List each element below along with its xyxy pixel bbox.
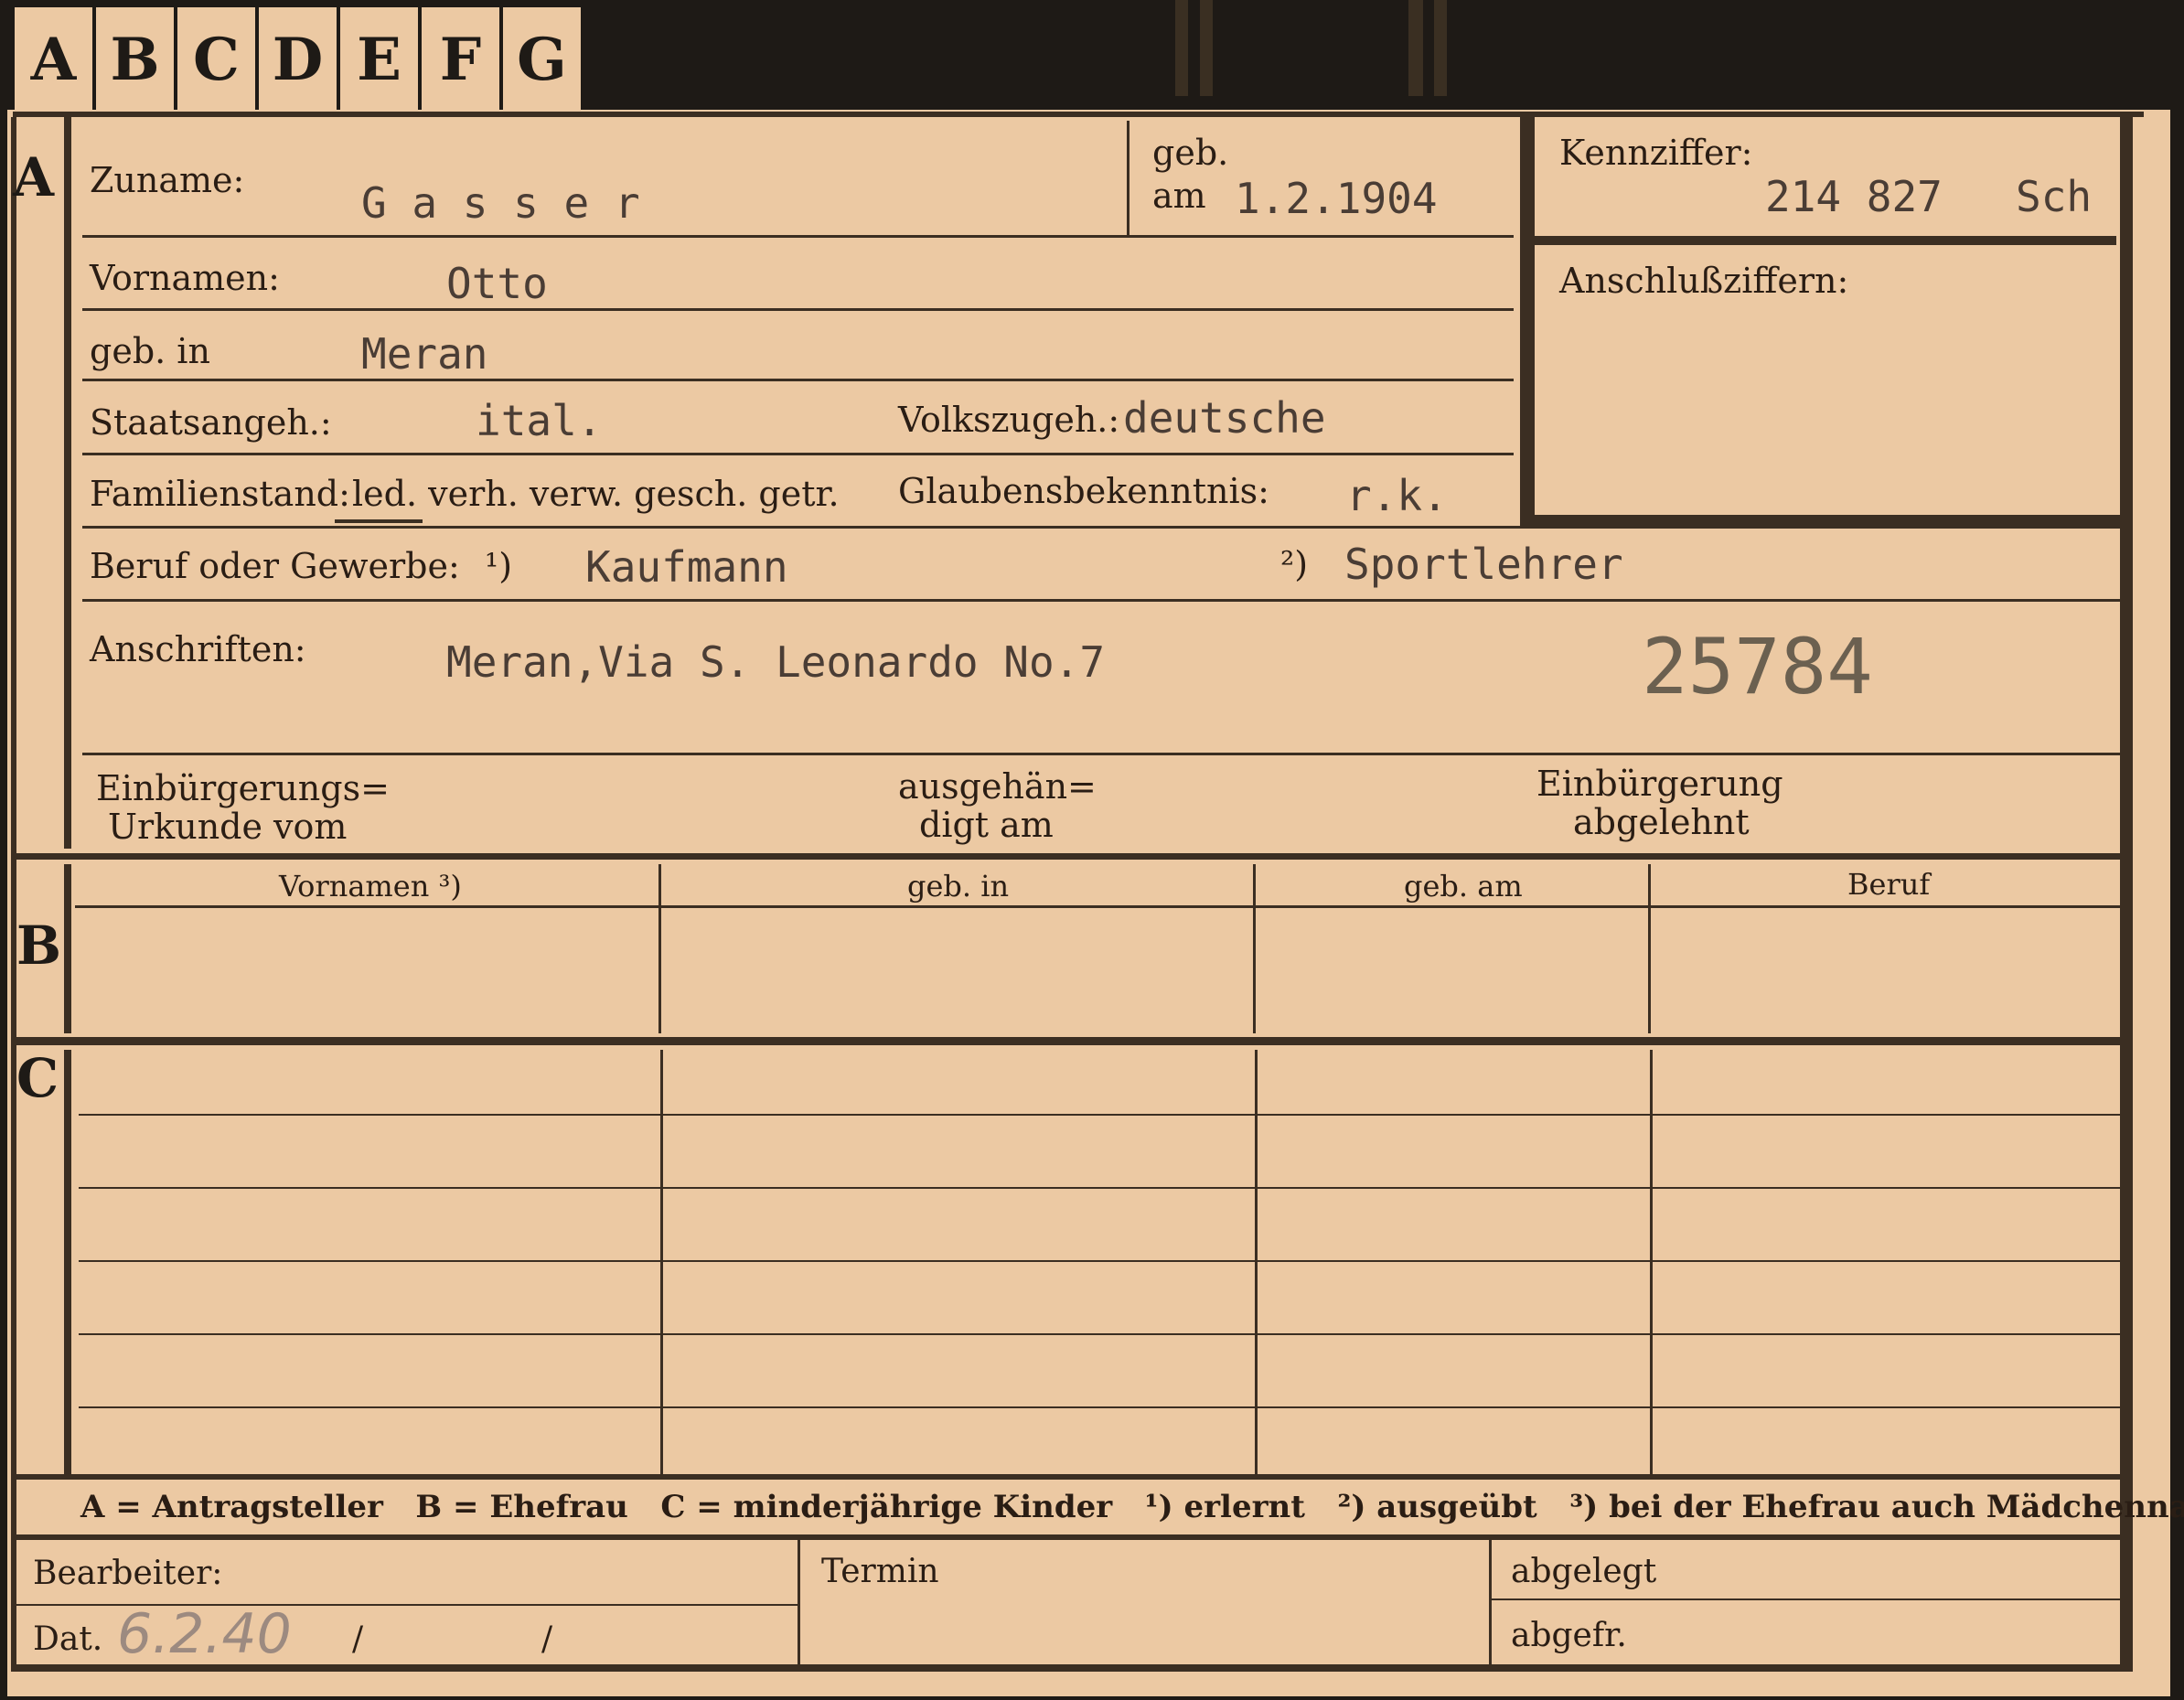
geb-label: geb. [1152,133,1229,173]
familien-label: Familienstand: [90,474,350,514]
ausgehaendigt-label-1: ausgehän= [898,766,1097,807]
kennziffer-label: Kennziffer: [1559,133,1753,173]
tab-b[interactable]: B [96,7,177,112]
termin-label: Termin [821,1553,939,1590]
geb-am-value[interactable]: 1.2.1904 [1235,174,1438,223]
familien-options[interactable]: led. verh. verw. gesch. getr. [352,474,840,514]
dat-value[interactable]: 6.2.40 [117,1602,292,1666]
anschrift-label: Anschriften: [90,629,306,669]
stamp-number: 25784 [1642,622,1873,711]
volk-value[interactable]: deutsche [1123,393,1326,443]
staat-label: Staatsangeh.: [90,402,332,443]
abgefr-label: abgefr. [1511,1617,1627,1654]
beruf-mark-1: ¹) [485,546,513,586]
index-tabs: A B C D E F G [11,7,584,112]
tab-a[interactable]: A [11,7,96,112]
top-stripe [1434,0,1447,96]
zuname-label: Zuname: [90,160,245,200]
familien-underline [335,519,423,523]
einbuergerung-urkunde-label-1: Einbürgerungs= [96,768,390,808]
anschluss-label: Anschlußziffern: [1559,261,1849,301]
vornamen-value[interactable]: Otto [446,259,548,308]
section-a-letter: A [13,146,55,208]
legend: A = Antragsteller B = Ehefrau C = minder… [80,1489,2184,1525]
tab-e[interactable]: E [340,7,422,112]
kennziffer-value[interactable]: 214 827 [1765,172,1943,221]
bearbeiter-label: Bearbeiter: [33,1555,223,1592]
dat-slash-1: / [352,1620,364,1658]
tab-g[interactable]: G [503,7,584,112]
staat-value[interactable]: ital. [476,396,602,445]
top-stripe [1408,0,1423,96]
tab-d[interactable]: D [259,7,340,112]
am-label: am [1152,176,1206,216]
top-stripe [1200,0,1213,96]
dat-slash-2: / [541,1620,553,1658]
ausgehaendigt-label-2: digt am [919,805,1054,845]
geb-in-label: geb. in [90,331,210,371]
glauben-value[interactable]: r.k. [1346,471,1448,520]
anschrift-value[interactable]: Meran,Via S. Leonardo No.7 [446,637,1105,687]
vornamen-label: Vornamen: [90,258,280,298]
beruf-1-value[interactable]: Kaufmann [585,542,788,592]
einbuergerung-abgelehnt-label-1: Einbürgerung [1536,764,1783,804]
geb-in-value[interactable]: Meran [361,329,487,379]
b-header-geb-am: geb. am [1404,869,1523,903]
section-b-letter: B [16,914,62,977]
abgelegt-label: abgelegt [1511,1553,1657,1590]
beruf-mark-2: ²) [1280,544,1309,584]
b-header-vornamen: Vornamen ³) [279,869,462,903]
glauben-label: Glaubensbekenntnis: [898,471,1269,511]
section-c-letter: C [16,1047,59,1109]
einbuergerung-urkunde-label-2: Urkunde vom [108,807,348,847]
beruf-label: Beruf oder Gewerbe: [90,546,460,586]
b-header-geb-in: geb. in [907,869,1010,903]
zuname-value[interactable]: G a s s e r [361,178,640,228]
einbuergerung-abgelehnt-label-2: abgelehnt [1573,802,1750,842]
kennziffer-suffix[interactable]: Sch [2016,172,2092,221]
tab-f[interactable]: F [422,7,503,112]
volk-label: Volkszugeh.: [898,400,1120,440]
dat-label: Dat. [33,1620,103,1658]
tab-c[interactable]: C [177,7,259,112]
top-stripe [1175,0,1188,96]
beruf-2-value[interactable]: Sportlehrer [1344,540,1623,589]
b-header-beruf: Beruf [1847,867,1931,902]
